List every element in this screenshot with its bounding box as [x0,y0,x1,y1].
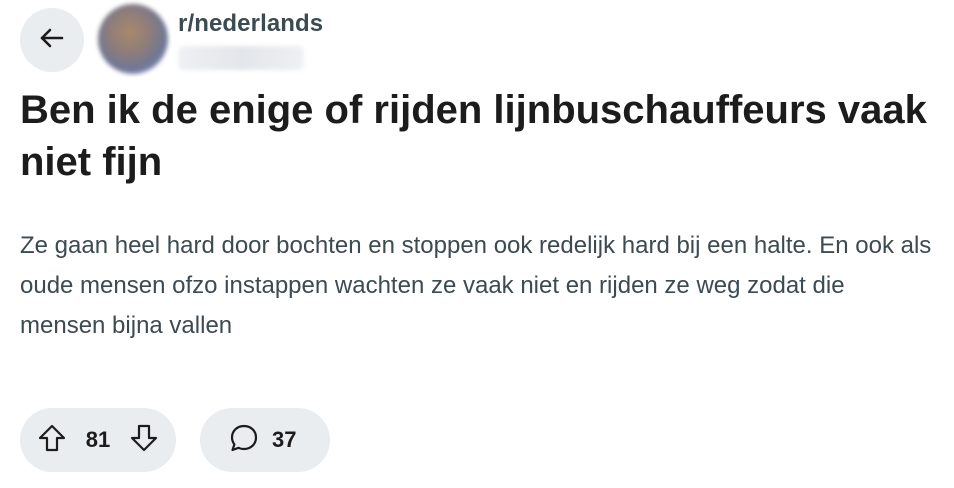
upvote-button[interactable] [36,422,68,459]
username-blurred[interactable] [178,46,304,70]
vote-bar: 81 [20,408,176,472]
downvote-button[interactable] [128,422,160,459]
avatar[interactable] [98,4,168,74]
arrow-left-icon [36,22,68,59]
arrow-up-icon [36,422,68,459]
post-body: Ze gaan heel hard door bochten en stoppe… [20,232,932,339]
comments-button[interactable]: 37 [200,408,330,472]
back-button[interactable] [20,8,84,72]
post-page: r/nederlands Ben ik de enige of rijden l… [0,0,954,488]
speech-bubble-icon [228,422,260,459]
arrow-down-icon [128,422,160,459]
post-title: Ben ik de enige of rijden lijnbuschauffe… [20,88,927,184]
vote-count: 81 [85,427,111,452]
subreddit-link[interactable]: r/nederlands [178,10,323,38]
comment-count: 37 [272,427,297,452]
